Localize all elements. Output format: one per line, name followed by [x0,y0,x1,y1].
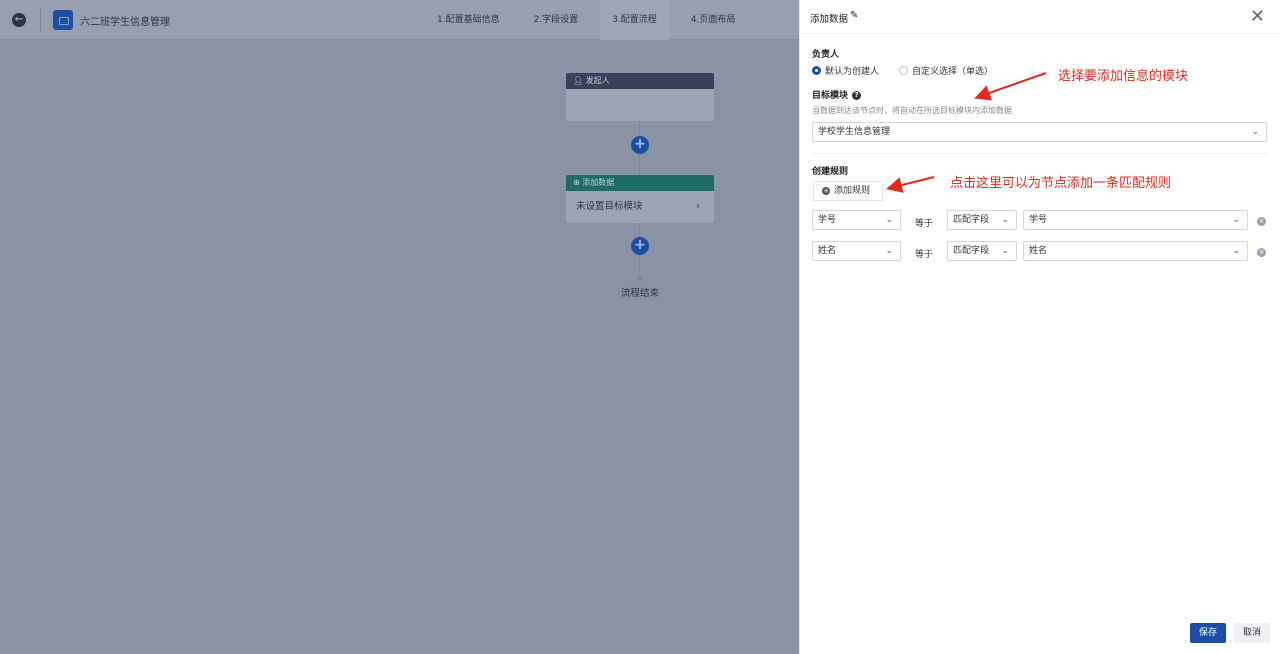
save-button[interactable]: 保存 [1190,623,1226,643]
arrow-to-add-rule [886,176,935,193]
annotation-arrows [886,72,1047,193]
cancel-button[interactable]: 取消 [1234,623,1270,643]
annotation-target-module: 选择要添加信息的模块 [1058,69,1189,84]
arrow-to-target-module [974,72,1047,101]
annotation-add-rule: 点击这里可以为节点添加一条匹配规则 [950,176,1172,191]
